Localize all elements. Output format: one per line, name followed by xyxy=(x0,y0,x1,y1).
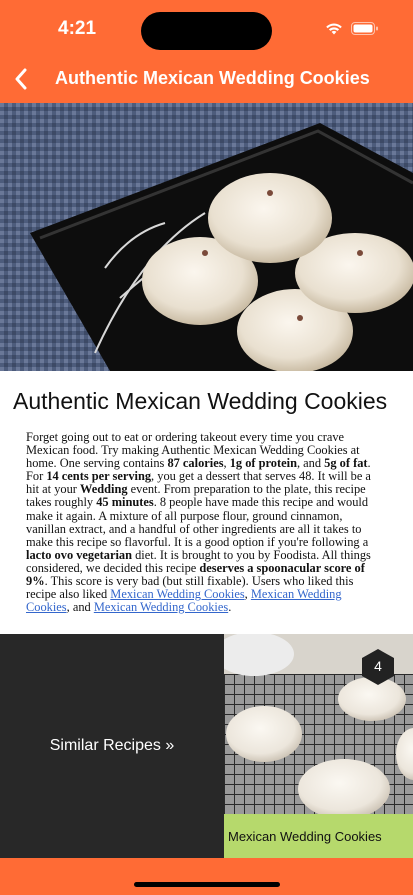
battery-icon xyxy=(351,22,378,35)
status-icons xyxy=(325,22,379,35)
similar-recipe-card[interactable]: 4 Mexican Wedding Cookies xyxy=(224,634,413,858)
similar-recipes-label: Similar Recipes » xyxy=(49,737,175,754)
home-indicator xyxy=(134,882,280,887)
status-time: 4:21 xyxy=(58,18,97,39)
nav-title: Authentic Mexican Wedding Cookies xyxy=(55,68,370,88)
status-bar: 4:21 xyxy=(0,0,413,56)
recipe-title: Authentic Mexican Wedding Cookies xyxy=(13,388,388,414)
recipe-summary: Forget going out to eat or ordering take… xyxy=(26,430,371,615)
recipe-hero-image xyxy=(0,103,413,371)
chevron-left-icon xyxy=(15,68,27,90)
similar-recipe-title: Mexican Wedding Cookies xyxy=(228,828,382,844)
similar-recipes-button[interactable]: Similar Recipes » xyxy=(0,634,224,858)
similar-recipe-caption: Mexican Wedding Cookies xyxy=(224,814,413,858)
wifi-icon xyxy=(326,23,342,35)
similar-recipe-link-3[interactable]: Mexican Wedding Cookies xyxy=(94,600,228,614)
similar-recipe-link-1[interactable]: Mexican Wedding Cookies xyxy=(110,587,244,601)
dynamic-island xyxy=(141,12,272,50)
back-button[interactable] xyxy=(6,64,36,94)
cookies-photo xyxy=(0,103,413,371)
similar-recipe-badge: 4 xyxy=(374,658,382,674)
navigation-bar: Authentic Mexican Wedding Cookies xyxy=(0,56,413,103)
bottom-bar xyxy=(0,858,413,895)
